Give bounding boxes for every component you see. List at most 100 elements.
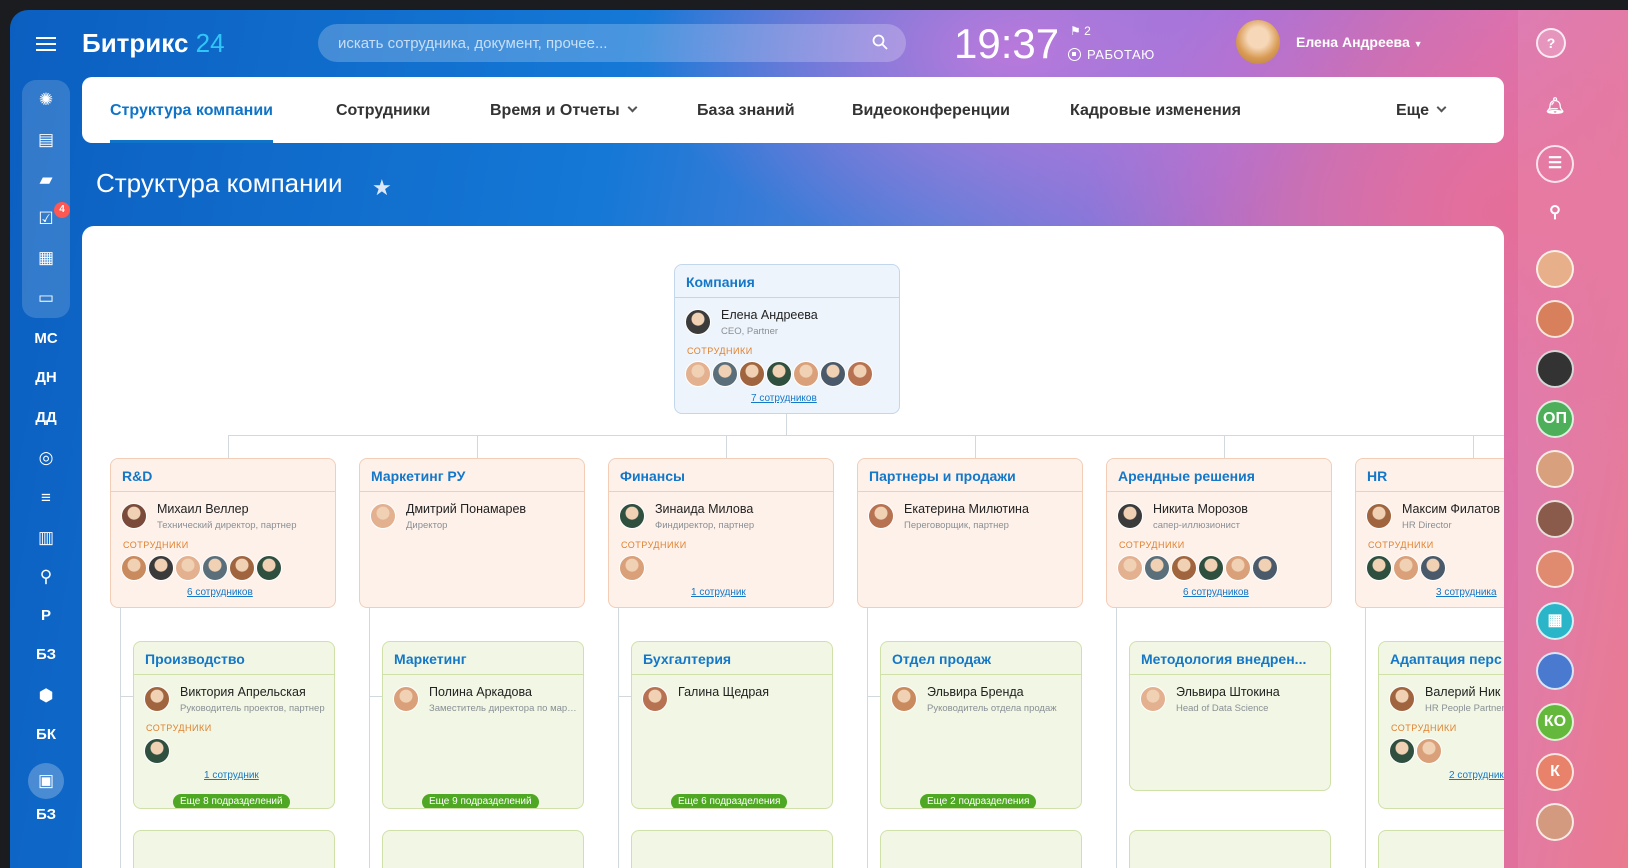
department-card[interactable]: Отдел продаж Эльвира Бренда Руководитель о… xyxy=(880,641,1082,809)
department-card[interactable]: Маркетинг РУ Дмитрий Понамарев Директор xyxy=(359,458,585,608)
department-card[interactable]: HR Максим Филатов HR Director СОТРУДНИКИ 3 с… xyxy=(1355,458,1504,608)
menu-icon[interactable] xyxy=(36,37,56,51)
department-card[interactable]: Адаптация перс Валерий Ник HR People Partn… xyxy=(1378,641,1504,809)
head-name[interactable]: Екатерина Милютина xyxy=(904,502,1029,516)
avatar[interactable] xyxy=(256,555,282,581)
user-name[interactable]: Елена Андреева ▼ xyxy=(1296,34,1423,50)
tab-time-reports[interactable]: Время и Отчеты xyxy=(490,77,638,143)
avatar[interactable] xyxy=(685,309,711,335)
avatar[interactable] xyxy=(1117,555,1143,581)
gear-dots-icon[interactable]: ✺ xyxy=(34,88,58,112)
search-input[interactable] xyxy=(338,24,858,62)
department-card[interactable] xyxy=(880,830,1082,868)
department-name[interactable]: Отдел продаж xyxy=(892,651,991,667)
chat-icon[interactable]: ▰ xyxy=(34,168,58,192)
avatar[interactable] xyxy=(619,503,645,529)
avatar[interactable] xyxy=(739,361,765,387)
more-subdivisions-badge[interactable]: Еще 9 подразделений xyxy=(422,794,539,808)
tab-more[interactable]: Еще xyxy=(1396,77,1447,143)
avatar[interactable] xyxy=(1252,555,1278,581)
avatar[interactable] xyxy=(229,555,255,581)
head-name[interactable]: Елена Андреева xyxy=(721,308,818,322)
head-name[interactable]: Эльвира Штокина xyxy=(1176,685,1280,699)
tab-employees[interactable]: Сотрудники xyxy=(336,77,430,143)
avatar[interactable] xyxy=(820,361,846,387)
contact-avatar[interactable] xyxy=(1536,550,1574,588)
department-name[interactable]: Методология внедрен... xyxy=(1141,651,1306,667)
sidebar-item[interactable]: БЗ xyxy=(24,806,68,823)
head-name[interactable]: Михаил Веллер xyxy=(157,502,249,516)
avatar[interactable] xyxy=(1389,686,1415,712)
company-icon[interactable]: ▥ xyxy=(34,526,58,550)
department-name[interactable]: Адаптация перс xyxy=(1390,651,1502,667)
avatar[interactable] xyxy=(1171,555,1197,581)
messages-icon[interactable]: ☰ xyxy=(1536,145,1574,183)
avatar[interactable] xyxy=(1420,555,1446,581)
more-subdivisions-badge[interactable]: Еще 8 подразделений xyxy=(173,794,290,808)
employees-link[interactable]: 7 сотрудников xyxy=(751,393,817,404)
head-name[interactable]: Полина Аркадова xyxy=(429,685,532,699)
bell-icon[interactable]: 🔔︎ xyxy=(1536,90,1574,128)
head-name[interactable]: Никита Морозов xyxy=(1153,502,1248,516)
head-name[interactable]: Максим Филатов xyxy=(1402,502,1500,516)
avatar[interactable] xyxy=(1416,738,1442,764)
calendar-icon[interactable]: ▦ xyxy=(1536,602,1574,640)
department-name[interactable]: HR xyxy=(1367,468,1387,484)
avatar[interactable] xyxy=(712,361,738,387)
head-name[interactable]: Дмитрий Понамарев xyxy=(406,502,526,516)
sidebar-item[interactable]: БК xyxy=(24,726,68,743)
avatar[interactable] xyxy=(1144,555,1170,581)
sidebar-item[interactable]: Р xyxy=(24,607,68,624)
avatar[interactable] xyxy=(766,361,792,387)
department-name[interactable]: Маркетинг xyxy=(394,651,467,667)
department-name[interactable]: Производство xyxy=(145,651,245,667)
logo[interactable]: Битрикс 24 xyxy=(82,28,225,59)
department-card[interactable]: Маркетинг Полина Аркадова Заместитель дире… xyxy=(382,641,584,809)
calendar-icon[interactable]: ▦ xyxy=(34,246,58,270)
search-icon[interactable] xyxy=(872,34,888,50)
avatar[interactable] xyxy=(1366,555,1392,581)
department-name[interactable]: R&D xyxy=(122,468,152,484)
contact-avatar[interactable] xyxy=(1536,652,1574,690)
sidebar-item[interactable]: ДД xyxy=(24,409,68,426)
filter-icon[interactable]: ≡ xyxy=(34,486,58,510)
avatar[interactable] xyxy=(121,555,147,581)
employees-link[interactable]: 6 сотрудников xyxy=(1183,587,1249,598)
department-card[interactable] xyxy=(1129,830,1331,868)
contact-avatar[interactable] xyxy=(1536,803,1574,841)
contact-chip[interactable]: КО xyxy=(1536,703,1574,741)
employees-link[interactable]: 1 сотрудник xyxy=(204,770,259,781)
department-card[interactable]: Финансы Зинаида Милова Финдиректор, партне… xyxy=(608,458,834,608)
department-card[interactable] xyxy=(382,830,584,868)
department-card[interactable] xyxy=(133,830,335,868)
contact-card-icon[interactable]: ▣ xyxy=(28,763,64,799)
contact-avatar[interactable] xyxy=(1536,450,1574,488)
user-avatar[interactable] xyxy=(1236,20,1280,64)
avatar[interactable] xyxy=(685,361,711,387)
head-name[interactable]: Галина Щедрая xyxy=(678,685,769,699)
sidebar-item[interactable]: БЗ xyxy=(24,646,68,663)
avatar[interactable] xyxy=(121,503,147,529)
head-name[interactable]: Зинаида Милова xyxy=(655,502,753,516)
tab-video[interactable]: Видеоконференции xyxy=(852,77,1010,143)
employees-link[interactable]: 2 сотрудника xyxy=(1449,770,1504,781)
avatar[interactable] xyxy=(370,503,396,529)
avatar[interactable] xyxy=(847,361,873,387)
more-subdivisions-badge[interactable]: Еще 2 подразделения xyxy=(920,794,1037,808)
employees-link[interactable]: 1 сотрудник xyxy=(691,587,746,598)
contact-avatar[interactable] xyxy=(1536,250,1574,288)
avatar[interactable] xyxy=(202,555,228,581)
box-icon[interactable]: ⬢ xyxy=(34,684,58,708)
contact-chip[interactable]: К xyxy=(1536,753,1574,791)
avatar[interactable] xyxy=(619,555,645,581)
department-card[interactable]: Производство Виктория Апрельская Руководит… xyxy=(133,641,335,809)
department-card[interactable] xyxy=(631,830,833,868)
department-name[interactable]: Бухгалтерия xyxy=(643,651,731,667)
department-card[interactable]: Бухгалтерия Галина Щедрая Еще 6 подразделе… xyxy=(631,641,833,809)
head-name[interactable]: Эльвира Бренда xyxy=(927,685,1024,699)
avatar[interactable] xyxy=(1117,503,1143,529)
star-icon[interactable]: ★ xyxy=(372,175,392,201)
avatar[interactable] xyxy=(175,555,201,581)
drive-icon[interactable]: ▭ xyxy=(34,286,58,310)
more-subdivisions-badge[interactable]: Еще 6 подразделения xyxy=(671,794,788,808)
